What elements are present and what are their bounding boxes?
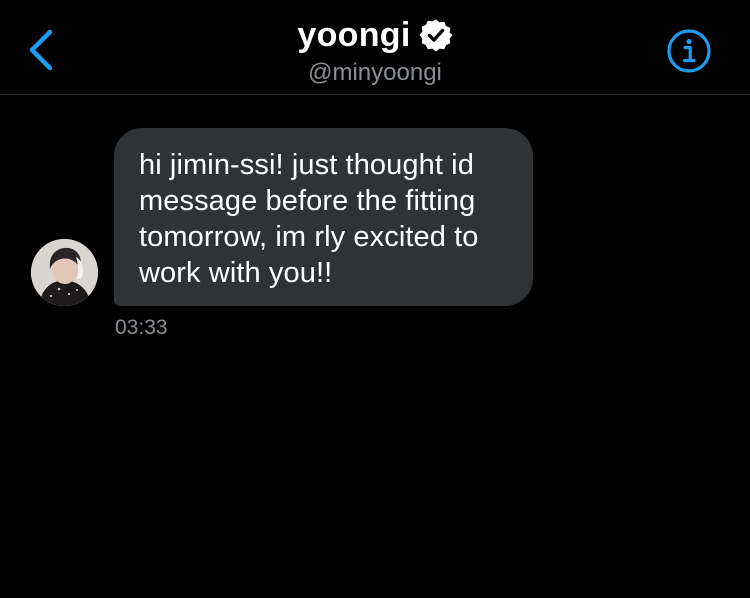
info-button[interactable]: [665, 27, 713, 75]
avatar[interactable]: [31, 239, 98, 306]
contact-handle: @minyoongi: [308, 59, 442, 86]
avatar-photo: [31, 239, 98, 306]
message-timestamp: 03:33: [115, 316, 168, 339]
verified-badge-icon: [419, 18, 453, 52]
message-line: tomorrow, im rly excited to: [139, 221, 479, 253]
message-line: hi jimin-ssi! just thought id: [139, 149, 474, 181]
conversation-header: yoongi @minyoongi: [0, 0, 750, 95]
message-bubble[interactable]: hi jimin-ssi! just thought id message be…: [114, 128, 533, 306]
contact-name: yoongi: [297, 16, 411, 54]
message-line: message before the fitting: [139, 185, 476, 217]
title-row: yoongi: [297, 14, 453, 56]
conversation-title: yoongi @minyoongi: [0, 14, 750, 88]
info-circle-icon: [667, 29, 711, 73]
message-line: work with you!!: [139, 257, 333, 289]
